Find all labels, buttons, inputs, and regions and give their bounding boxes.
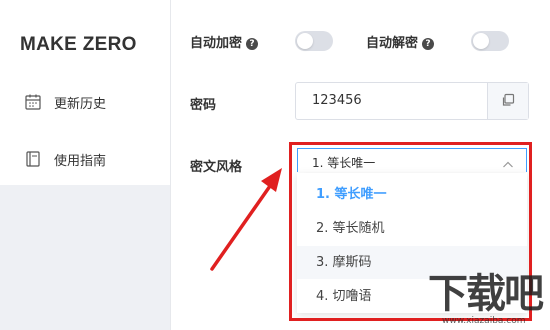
sidebar-item-user-guide[interactable]: 使用指南 <box>24 148 106 170</box>
book-icon <box>24 150 42 168</box>
watermark-url: www.xiazaiba.com <box>442 316 526 326</box>
toggle-knob <box>297 33 313 49</box>
app-logo: MAKE ZERO <box>20 34 137 55</box>
sidebar-item-label: 使用指南 <box>54 153 107 169</box>
auto-decrypt-label: 自动解密? <box>366 32 435 51</box>
copy-icon[interactable] <box>501 92 515 111</box>
sidebar: MAKE ZERO 更新历史 使用指南 <box>0 0 170 330</box>
password-value[interactable]: 123456 <box>312 93 362 108</box>
auto-encrypt-label: 自动加密? <box>190 32 259 51</box>
chevron-up-icon <box>502 155 514 174</box>
cipher-style-label: 密文风格 <box>190 160 243 175</box>
auto-decrypt-text: 自动解密 <box>366 36 419 51</box>
password-label: 密码 <box>190 98 217 113</box>
auto-encrypt-text: 自动加密 <box>190 36 243 51</box>
toggle-knob <box>473 33 489 49</box>
help-icon[interactable]: ? <box>422 38 435 50</box>
help-icon[interactable]: ? <box>246 38 259 50</box>
password-field[interactable]: 123456 <box>295 82 529 120</box>
auto-decrypt-toggle[interactable] <box>471 31 509 51</box>
sidebar-item-label: 更新历史 <box>54 96 107 112</box>
sidebar-divider <box>170 0 171 330</box>
dropdown-option[interactable]: 2. 等长随机 <box>297 212 527 245</box>
auto-encrypt-toggle[interactable] <box>295 31 333 51</box>
watermark-logo: 下载吧 <box>428 271 544 317</box>
calendar-icon <box>24 93 42 111</box>
sidebar-item-update-history[interactable]: 更新历史 <box>24 91 106 113</box>
copy-button[interactable] <box>487 83 528 119</box>
select-value: 1. 等长唯一 <box>312 156 376 170</box>
watermark: 下载吧 www.xiazaiba.com <box>428 272 550 330</box>
cipher-style-select[interactable]: 1. 等长唯一 <box>297 148 527 172</box>
sidebar-panel: MAKE ZERO 更新历史 使用指南 <box>0 0 170 185</box>
dropdown-option[interactable]: 1. 等长唯一 <box>297 178 527 211</box>
